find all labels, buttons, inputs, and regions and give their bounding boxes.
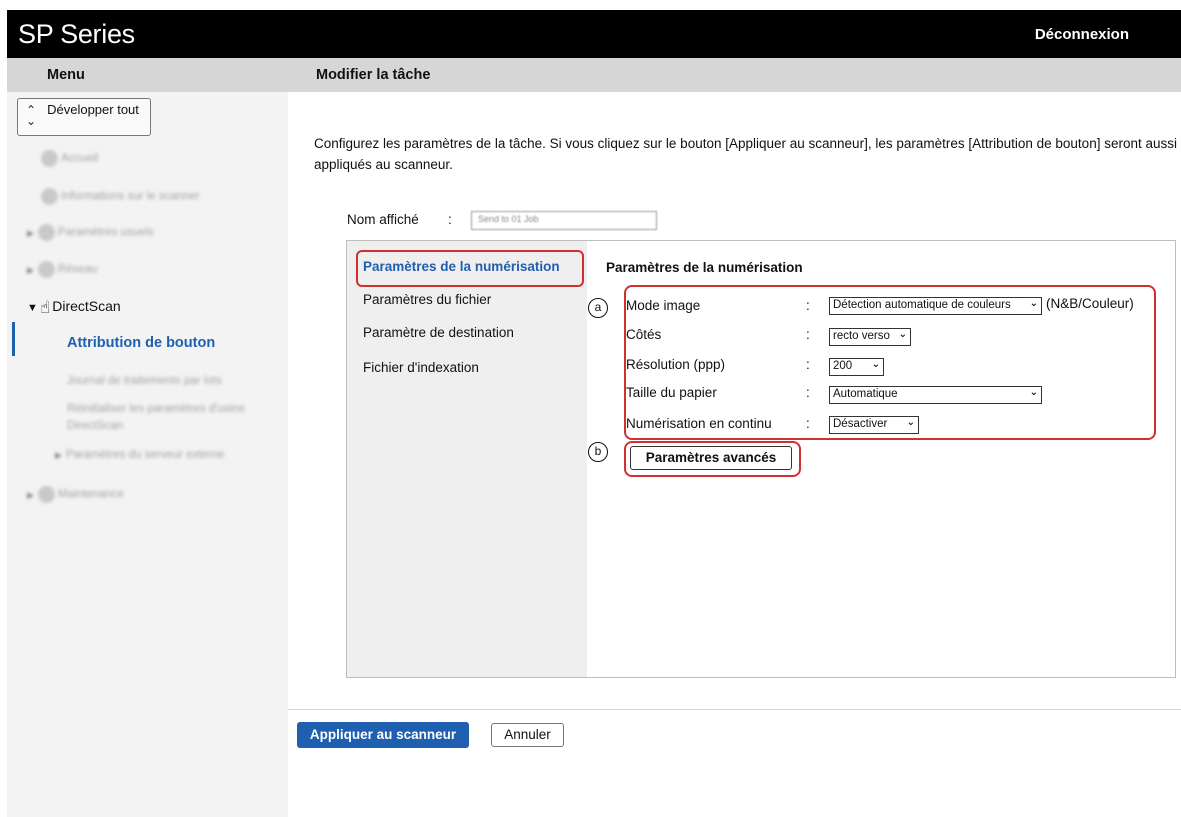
continuous-scan-label: Numérisation en continu [626,416,772,431]
sub-header: Menu Modifier la tâche [7,58,1181,92]
expand-arrow-icon: ▶ [55,450,62,460]
paper-size-label: Taille du papier [626,385,717,400]
expand-all-label: Développer tout [47,102,139,117]
image-mode-suffix: (N&B/Couleur) [1046,296,1134,311]
wrench-icon [37,486,55,503]
expand-arrow-icon: ▶ [27,264,34,275]
active-indicator [12,322,15,356]
apply-to-scanner-button[interactable]: Appliquer au scanneur [297,722,469,748]
sidebar-item-network[interactable]: ▶ Réseau [27,261,98,278]
sidebar-item-external-server[interactable]: ▶ Paramètres du serveur externe [55,449,224,461]
page-title: Modifier la tâche [316,67,431,83]
sidebar-item-maintenance[interactable]: ▶ Maintenance [27,486,124,503]
sidebar-item-common-settings[interactable]: ▶ Paramètres usuels [27,224,154,241]
sidebar-item-directscan[interactable]: ▼ ☝ DirectScan [27,298,121,318]
tab-file-settings[interactable]: Paramètres du fichier [363,292,491,307]
chevron-down-icon: ⌄ [871,359,880,370]
sidebar-item-label: Informations sur le scanner [61,190,200,203]
brand-title: SP Series [18,19,135,49]
paper-size-select[interactable]: Automatique ⌄ [829,386,1042,404]
row-colon: : [806,357,810,372]
menu-title: Menu [47,67,85,83]
expand-all-button[interactable]: ⌃ ⌄ Développer tout [17,98,151,136]
paper-size-value: Automatique [833,388,898,400]
row-colon: : [806,385,810,400]
display-name-input[interactable]: Send to 01 Job [471,211,657,230]
chevron-down-icon: ⌄ [1029,387,1038,398]
directscan-icon: ☝ [39,298,51,317]
sidebar-item-label: Paramètres du serveur externe [65,449,225,461]
tab-destination-settings[interactable]: Paramètre de destination [363,325,514,340]
section-title: Paramètres de la numérisation [606,260,803,275]
chevron-down-icon: ⌄ [898,329,907,340]
cancel-button[interactable]: Annuler [491,723,564,747]
expand-collapse-icon: ⌃ ⌄ [26,103,37,128]
image-mode-select[interactable]: Détection automatique de couleurs ⌄ [829,297,1042,315]
image-mode-value: Détection automatique de couleurs [833,299,1011,311]
sides-value: recto verso [833,330,890,342]
intro-text: Configurez les paramètres de la tâche. S… [314,136,1177,172]
collapse-arrow-icon: ▼ [27,302,38,314]
sidebar-item-label: Accueil [61,152,99,165]
callout-marker-a: a [588,298,608,318]
display-name-colon: : [448,212,452,227]
footer-divider [288,709,1181,710]
sides-label: Côtés [626,327,662,342]
tab-index-file[interactable]: Fichier d'indexation [363,360,479,375]
chevron-down-icon: ⌄ [1029,298,1038,309]
gear-icon [37,224,55,241]
sides-select[interactable]: recto verso ⌄ [829,328,911,346]
sidebar-item-home[interactable]: Accueil [41,150,98,167]
logout-link[interactable]: Déconnexion [1035,26,1129,43]
top-bar: SP Series Déconnexion [7,10,1181,58]
resolution-select[interactable]: 200 ⌄ [829,358,884,376]
continuous-scan-value: Désactiver [833,418,888,430]
sidebar: ⌃ ⌄ Développer tout Accueil Informations … [7,92,288,817]
row-colon: : [806,416,810,431]
sidebar-item-label: DirectScan [52,298,121,314]
sidebar-item-batch-log[interactable]: Journal de traitements par lots [67,375,222,387]
tab-scan-settings[interactable]: Paramètres de la numérisation [363,259,560,274]
resolution-value: 200 [833,360,853,372]
sidebar-item-label: Paramètres usuels [57,226,154,239]
resolution-label: Résolution (ppp) [626,357,726,372]
sidebar-item-button-assignment[interactable]: Attribution de bouton [67,335,215,351]
chevron-down-icon: ⌄ [906,417,915,428]
network-icon [37,261,55,278]
settings-panel: Paramètres de la numérisation Paramètres… [346,240,1176,678]
sidebar-item-label: Maintenance [57,488,124,501]
callout-marker-b: b [588,442,608,462]
continuous-scan-select[interactable]: Désactiver ⌄ [829,416,919,434]
image-mode-label: Mode image [626,298,701,313]
info-icon [41,188,58,205]
sidebar-item-label: Réseau [57,263,98,276]
expand-arrow-icon: ▶ [27,227,34,238]
sidebar-item-scanner-info[interactable]: Informations sur le scanner [41,188,200,205]
row-colon: : [806,298,810,313]
sidebar-item-reset-directscan[interactable]: Réinitialiser les paramètres d'usine Dir… [67,401,252,435]
advanced-settings-button[interactable]: Paramètres avancés [630,446,792,470]
home-icon [41,150,58,167]
row-colon: : [806,327,810,342]
expand-arrow-icon: ▶ [27,489,34,500]
display-name-label: Nom affiché [347,212,419,227]
